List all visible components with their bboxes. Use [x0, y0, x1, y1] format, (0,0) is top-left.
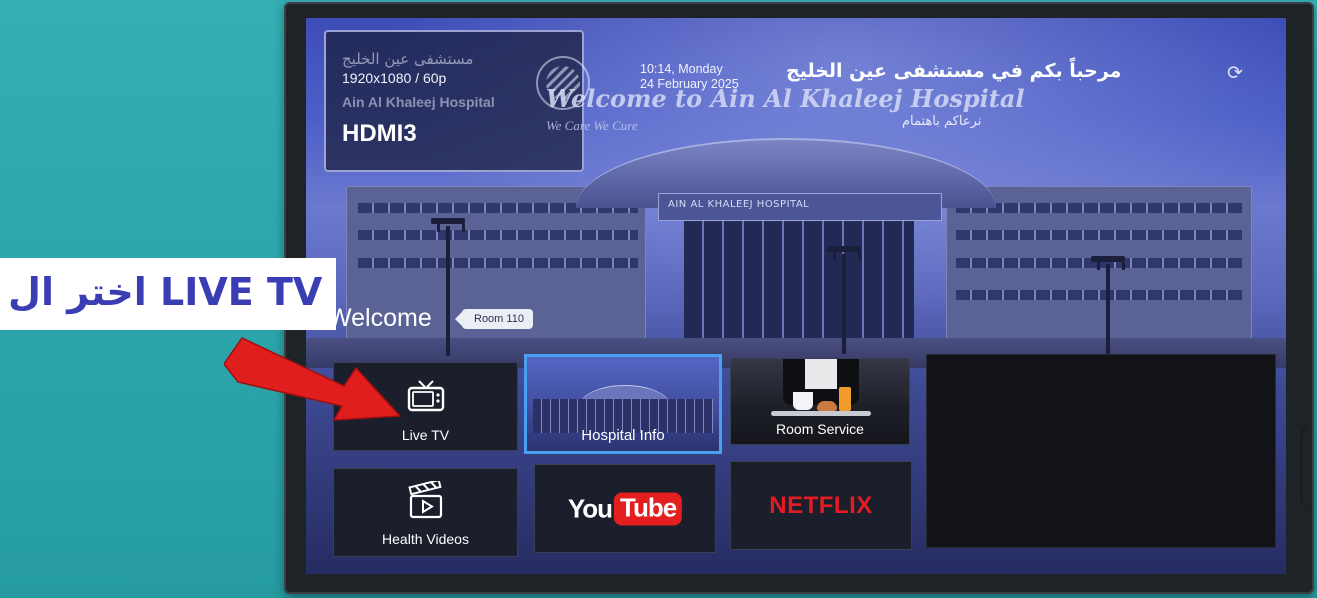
- tv-screen: AIN AL KHALEEJ HOSPITAL مستشفى عين الخلي…: [306, 18, 1286, 574]
- street-lamp: [1106, 264, 1110, 354]
- welcome-banner-english: Welcome to Ain Al Khaleej Hospital: [546, 84, 1025, 113]
- tagline-english: We Care We Cure: [546, 118, 638, 133]
- input-source-name: HDMI3: [342, 120, 417, 147]
- red-arrow-icon: [224, 337, 402, 421]
- welcome-greeting: Welcome: [328, 304, 432, 332]
- street-lamp-head: [431, 218, 465, 232]
- building-left-windows: [358, 258, 638, 268]
- tile-empty-slot: [926, 354, 1276, 548]
- youtube-logo-tube: Tube: [614, 492, 683, 525]
- tv-icon: [407, 380, 445, 412]
- serving-tray: [771, 411, 871, 416]
- youtube-logo-you: You: [567, 493, 613, 523]
- tile-hospital-info[interactable]: Hospital Info: [524, 354, 722, 454]
- instruction-text: اختر ال LIVE TV: [8, 270, 323, 314]
- netflix-logo: NETFLIX: [769, 491, 873, 519]
- clapperboard-icon: [408, 481, 443, 519]
- building-right-windows: [956, 203, 1242, 213]
- building-entrance: [684, 221, 914, 346]
- building-right-windows: [956, 230, 1242, 240]
- welcome-banner-arabic: مرحباً بكم في مستشفى عين الخليج: [786, 60, 1122, 82]
- tile-health-videos[interactable]: Health Videos: [333, 468, 518, 557]
- building-sign: AIN AL KHALEEJ HOSPITAL: [668, 199, 810, 210]
- street-lamp: [446, 226, 450, 356]
- clock-time: 10:14, Monday: [640, 62, 723, 76]
- hospital-logo-english: Ain Al Khaleej Hospital: [342, 94, 495, 110]
- input-resolution: 1920x1080 / 60p: [342, 70, 447, 86]
- coffee-cup-icon: [793, 392, 813, 410]
- instruction-banner: اختر ال LIVE TV: [0, 258, 336, 330]
- tile-room-service-label: Room Service: [776, 421, 864, 437]
- tagline-arabic: نرعاكم باهتمام: [902, 114, 982, 129]
- building-left-windows: [358, 230, 638, 240]
- tv-cable: [1300, 422, 1314, 512]
- tile-room-service[interactable]: Room Service: [730, 358, 910, 445]
- juice-glass-icon: [839, 387, 851, 411]
- tile-hospital-info-label: Hospital Info: [581, 427, 665, 444]
- input-source-panel: مستشفى عين الخليج 1920x1080 / 60p Ain Al…: [324, 30, 590, 172]
- croissant-icon: [817, 401, 837, 411]
- tile-health-videos-label: Health Videos: [382, 531, 469, 547]
- youtube-logo: You Tube: [567, 492, 683, 525]
- waiter-shirt: [805, 359, 837, 389]
- street-lamp: [842, 254, 846, 354]
- street-lamp-head: [1091, 256, 1125, 270]
- building-right-windows: [956, 290, 1242, 300]
- refresh-icon[interactable]: ⟳: [1224, 62, 1246, 84]
- tile-netflix[interactable]: NETFLIX: [730, 461, 912, 550]
- room-number-badge: Room 110: [455, 309, 533, 329]
- tile-live-tv-label: Live TV: [401, 427, 450, 443]
- tile-youtube[interactable]: You Tube: [534, 464, 716, 553]
- hospital-logo-arabic: مستشفى عين الخليج: [342, 50, 474, 68]
- street-lamp-head: [827, 246, 861, 260]
